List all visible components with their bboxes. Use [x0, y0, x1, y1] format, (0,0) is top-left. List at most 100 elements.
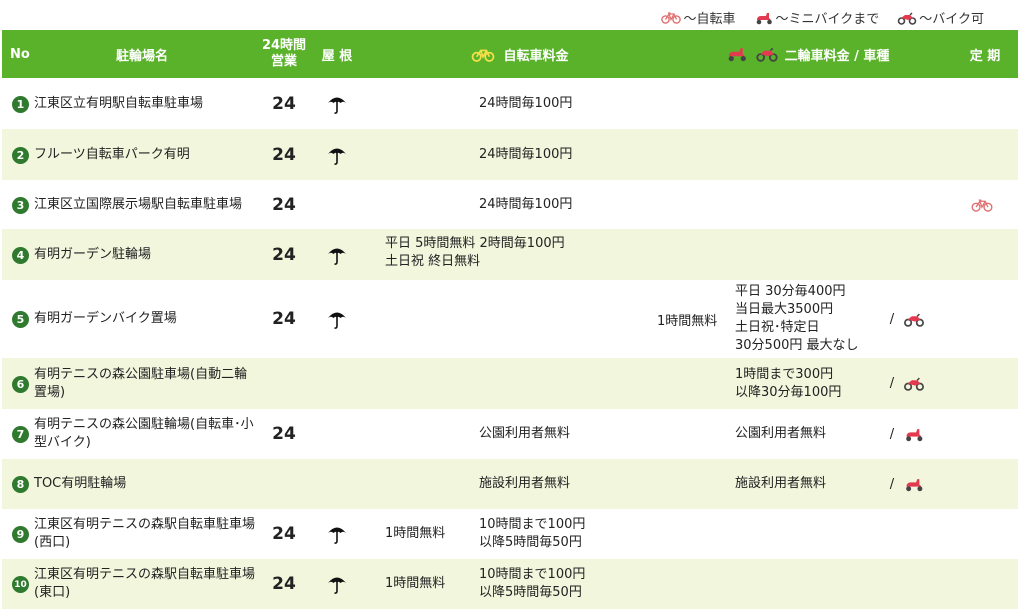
cell-text: 1時間無料 [385, 526, 446, 541]
bicycle-icon [471, 47, 495, 62]
header-hours: 24時間 営業 [252, 30, 316, 78]
cell-text: 24 [272, 94, 296, 114]
bicycle-free-time: 1時間無料 [385, 509, 477, 559]
scooter-icon [754, 11, 774, 25]
motorcycle-free-time [657, 79, 737, 129]
table-row: 10 江東区有明テニスの森駅自転車駐車場(東口) 24 1時間無料 10時間まで100円… [2, 559, 1018, 609]
vehicle-separator: / [889, 376, 895, 391]
header-name: 駐輪場名 [115, 48, 168, 64]
bicycle-fee: 24時間毎100円 [479, 129, 629, 180]
legend-bike-label: ～バイク可 [919, 12, 984, 27]
legend-minibike-label: ～ミニバイクまで [775, 12, 880, 27]
motorcycle-icon [755, 46, 779, 62]
bicycle-free-time [385, 409, 477, 459]
cell-text: 公園利用者無料 [479, 426, 571, 441]
parking-name[interactable]: 有明テニスの森公園駐輪場(自転車･小型バイク) [34, 409, 259, 459]
motorcycle-fee [735, 559, 883, 609]
umbrella-icon [326, 523, 348, 545]
cell-text: 24 [272, 194, 296, 215]
bicycle-icon [971, 198, 993, 212]
parking-name[interactable]: 江東区有明テニスの森駅自転車駐車場(西口) [34, 509, 259, 559]
header-bicycle-fee-label: 自転車料金 [503, 48, 569, 64]
open-24h-mark [264, 358, 304, 409]
parking-name[interactable]: 有明ガーデンバイク置場 [34, 280, 259, 358]
umbrella-icon [326, 573, 348, 595]
cell-text: 江東区立国際展示場駅自転車駐車場 [34, 196, 243, 212]
open-24h-mark: 24 [264, 509, 304, 559]
motorcycle-icon [903, 376, 925, 391]
cell-text: 24 [272, 309, 296, 329]
cell-text: 平日 30分毎400円 当日最大3500円 土日祝･特定日 30分500円 最大なし [735, 284, 859, 353]
cell-text: 1時間無料 [385, 576, 446, 591]
umbrella-icon [326, 308, 348, 330]
motorcycle-free-time [657, 409, 737, 459]
bicycle-fee [479, 229, 629, 280]
vehicle-separator: / [889, 476, 895, 492]
roof-cell [320, 129, 354, 180]
roof-cell [320, 559, 354, 609]
cell-text: 24 [272, 574, 296, 594]
cell-text: 24時間毎100円 [479, 196, 573, 212]
cell-text: 1時間無料 [657, 313, 718, 329]
open-24h-mark: 24 [264, 409, 304, 459]
table-row: 3 江東区立国際展示場駅自転車駐車場 24 24時間毎100円 [2, 180, 1018, 229]
motorcycle-free-time [657, 459, 737, 509]
cell-text: 24 [272, 424, 296, 444]
table-row: 9 江東区有明テニスの森駅自転車駐車場(西口) 24 1時間無料 10時間まで100円以… [2, 509, 1018, 559]
motorcycle-fee [735, 229, 883, 280]
umbrella-icon [326, 244, 348, 266]
cell-text: 江東区立有明駅自転車駐車場 [34, 96, 204, 111]
header-pass: 定 期 [969, 48, 1001, 64]
vehicle-type [902, 358, 926, 409]
vehicle-type [902, 409, 926, 459]
roof-cell [320, 409, 354, 459]
parking-name[interactable]: 江東区立国際展示場駅自転車駐車場 [34, 180, 259, 229]
row-number-badge: 8 [12, 476, 29, 493]
motorcycle-free-time [657, 358, 737, 409]
bicycle-free-time [385, 180, 477, 229]
row-number-badge: 5 [12, 311, 29, 328]
motorcycle-icon [903, 312, 925, 327]
motorcycle-free-time [657, 229, 737, 280]
umbrella-icon [326, 144, 348, 166]
cell-text: 24 [272, 244, 296, 265]
roof-cell [320, 358, 354, 409]
cell-text: 施設利用者無料 [479, 476, 571, 491]
bicycle-free-time: 1時間無料 [385, 559, 477, 609]
row-number-badge: 7 [12, 426, 29, 443]
header-bicycle-fee: 自転車料金 [450, 30, 590, 78]
table-row: 1 江東区立有明駅自転車駐車場 24 24時間毎100円 [2, 79, 1018, 129]
vehicle-separator: / [889, 426, 895, 442]
vehicle-legend: ～自転車 ～ミニバイクまで ～バイク可 [661, 8, 984, 27]
motorcycle-fee: 公園利用者無料 [735, 409, 883, 459]
parking-name[interactable]: 有明ガーデン駐輪場 [34, 229, 259, 280]
motorcycle-fee [735, 129, 883, 180]
parking-name[interactable]: TOC有明駐輪場 [34, 459, 259, 509]
cell-text: 施設利用者無料 [735, 476, 827, 491]
legend-bicycle: ～自転車 [661, 8, 736, 27]
open-24h-mark [264, 459, 304, 509]
motorcycle-fee [735, 79, 883, 129]
motorcycle-free-time [657, 559, 737, 609]
cell-text: 1時間まで300円 以降30分毎100円 [735, 366, 842, 400]
parking-name[interactable]: フルーツ自転車パーク有明 [34, 129, 259, 180]
bicycle-free-time [385, 459, 477, 509]
open-24h-mark: 24 [264, 280, 304, 358]
header-hours-line2: 営業 [270, 54, 297, 69]
bicycle-free-time [385, 129, 477, 180]
row-number-badge: 2 [12, 146, 29, 164]
bicycle-icon [661, 11, 682, 24]
roof-cell [320, 180, 354, 229]
motorcycle-free-time [657, 129, 737, 180]
bicycle-free-time [385, 358, 477, 409]
roof-cell [320, 509, 354, 559]
cell-text: 24 [272, 524, 296, 544]
parking-name[interactable]: 江東区有明テニスの森駅自転車駐車場(東口) [34, 559, 259, 609]
parking-name[interactable]: 江東区立有明駅自転車駐車場 [34, 79, 259, 129]
row-number-badge: 3 [12, 196, 29, 214]
cell-text: 公園利用者無料 [735, 426, 827, 441]
vehicle-type [902, 280, 926, 358]
roof-cell [320, 280, 354, 358]
parking-name[interactable]: 有明テニスの森公園駐車場(自動二輪置場) [34, 358, 259, 409]
motorcycle-fee: 施設利用者無料 [735, 459, 883, 509]
